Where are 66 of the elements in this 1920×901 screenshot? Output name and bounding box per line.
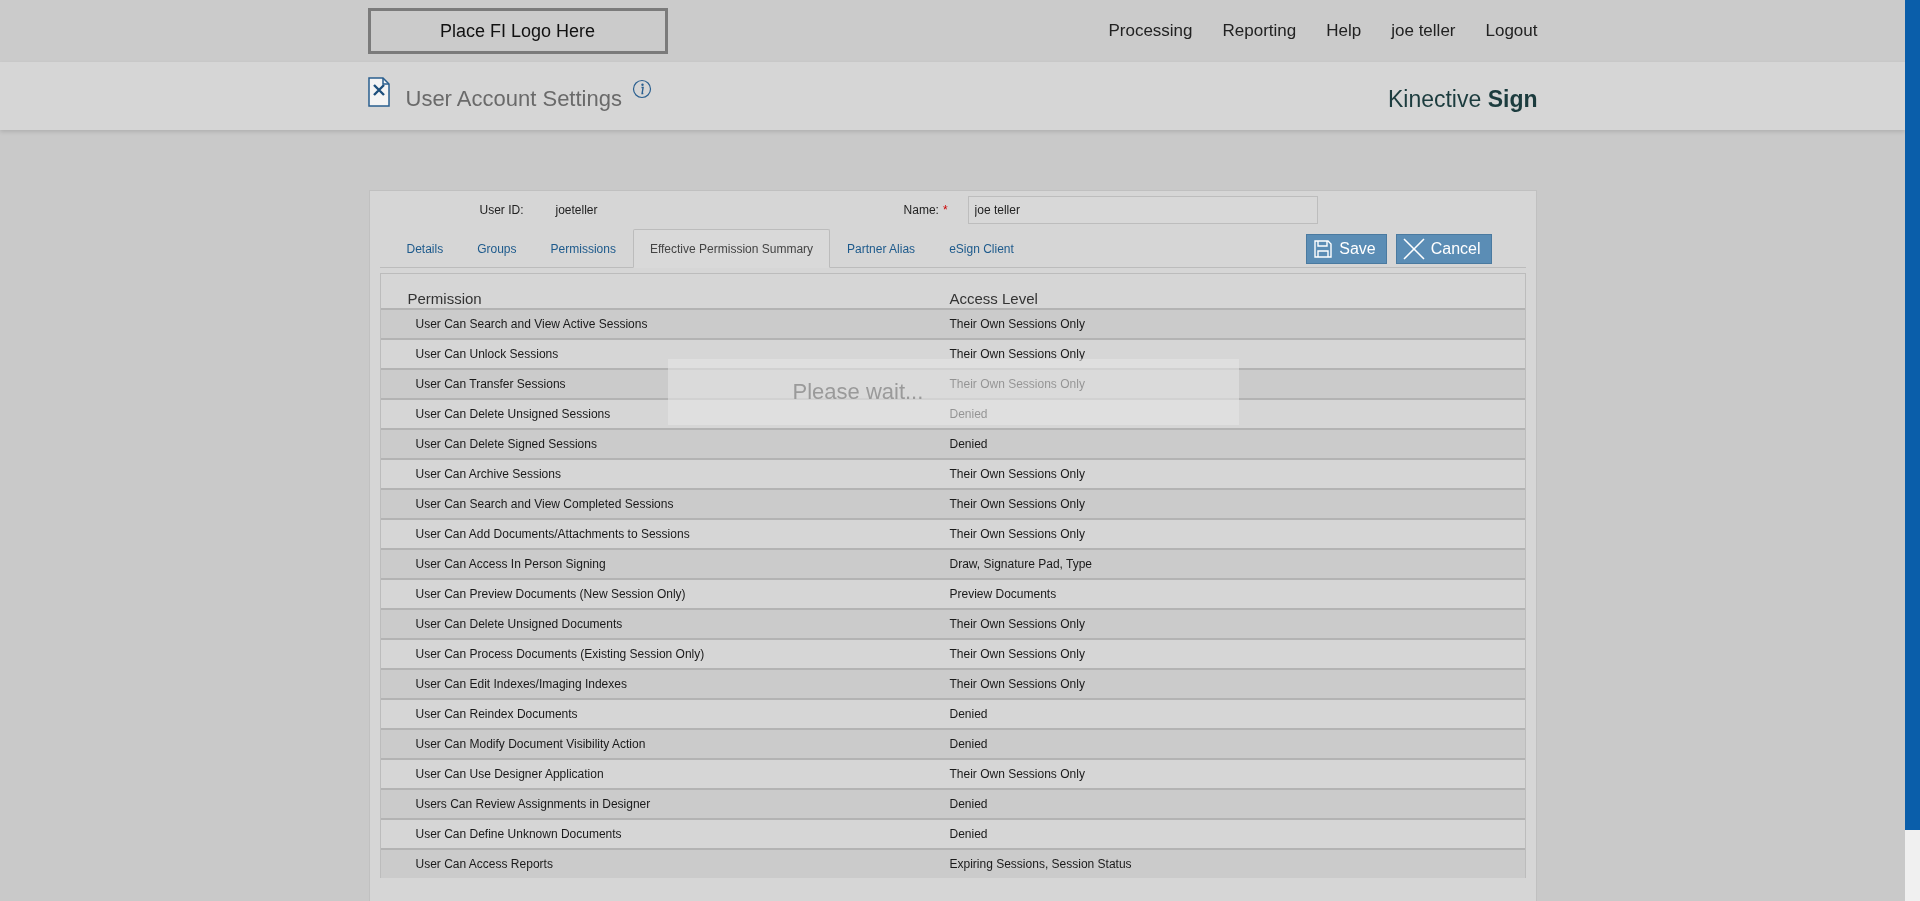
table-cell: Denied	[949, 437, 988, 451]
table-cell: Their Own Sessions Only	[949, 647, 1085, 661]
loading-message: Please wait...	[792, 379, 924, 405]
table-cell: Their Own Sessions Only	[949, 617, 1085, 631]
table-cell-text: User Can Define Unknown Documents	[414, 827, 623, 841]
save-button[interactable]: Save	[1306, 234, 1387, 264]
name-field[interactable]: joe teller	[967, 196, 1318, 224]
table-cell: Their Own Sessions Only	[949, 497, 1085, 511]
table-cell-text: User Can Search and View Active Sessions	[414, 317, 649, 331]
table-cell: Denied	[949, 737, 988, 751]
table-cell-text: User Can Search and View Completed Sessions	[414, 497, 675, 511]
cancel-button[interactable]: Cancel	[1395, 234, 1492, 264]
nav-link[interactable]: Reporting	[1222, 21, 1297, 41]
page-title: User Account Settings	[405, 86, 622, 112]
tab[interactable]: Details	[389, 229, 461, 268]
table-cell-text: User Can Edit Indexes/Imaging Indexes	[414, 677, 628, 691]
table-cell-text: User Can Delete Unsigned Sessions	[414, 407, 612, 421]
table-cell-text: User Can Delete Unsigned Documents	[414, 617, 624, 631]
nav-link[interactable]: Processing	[1108, 21, 1193, 41]
column-header: Access Level	[949, 290, 1038, 307]
table-cell: Draw, Signature Pad, Type	[949, 557, 1093, 571]
save-icon	[1313, 239, 1334, 259]
table-cell-text: User Can Use Designer Application	[414, 767, 605, 781]
scrollbar-thumb[interactable]	[1905, 0, 1920, 830]
nav-link[interactable]: Logout	[1485, 21, 1538, 41]
brand-logo: Kinective Sign	[1387, 85, 1538, 113]
table-cell: Their Own Sessions Only	[949, 377, 1085, 391]
table-cell: Denied	[949, 707, 988, 721]
tab[interactable]: Groups	[460, 229, 534, 268]
field-label: Name:	[903, 203, 939, 217]
table-cell: Their Own Sessions Only	[949, 767, 1085, 781]
info-icon[interactable]	[631, 79, 652, 99]
logo-placeholder-text: Place FI Logo Here	[439, 20, 596, 42]
column-header: Permission	[406, 290, 483, 307]
table-cell-text: Users Can Review Assignments in Designer	[414, 797, 652, 811]
user-id-value: joeteller	[555, 203, 598, 217]
table-cell: Their Own Sessions Only	[949, 527, 1085, 541]
table-cell-text: User Can Delete Signed Sessions	[414, 437, 598, 451]
table-cell: Denied	[949, 797, 988, 811]
tab[interactable]: Partner Alias	[830, 229, 933, 268]
field-label: User ID:	[479, 203, 524, 217]
table-cell: Their Own Sessions Only	[949, 317, 1085, 331]
table-cell: Their Own Sessions Only	[949, 347, 1085, 361]
table-cell: Their Own Sessions Only	[949, 677, 1085, 691]
table-cell-text: User Can Access Reports	[414, 857, 554, 871]
table-cell-text: User Can Reindex Documents	[414, 707, 579, 721]
tab[interactable]: Effective Permission Summary	[632, 229, 831, 268]
table-cell: Expiring Sessions, Session Status	[949, 857, 1132, 871]
table-cell: Preview Documents	[949, 587, 1057, 601]
required-mark: *	[942, 203, 948, 217]
table-cell: Their Own Sessions Only	[949, 467, 1085, 481]
tab[interactable]: Permissions	[533, 229, 633, 268]
table-cell: Denied	[949, 407, 988, 421]
table-cell: Denied	[949, 827, 988, 841]
tab[interactable]: eSign Client	[932, 229, 1031, 268]
nav-link[interactable]: Help	[1326, 21, 1362, 41]
close-icon	[1402, 238, 1425, 260]
table-cell-text: User Can Archive Sessions	[414, 467, 562, 481]
table-cell-text: User Can Modify Document Visibility Action	[414, 737, 647, 751]
table-cell-text: User Can Access In Person Signing	[414, 557, 607, 571]
document-tools-icon	[367, 77, 390, 107]
table-cell-text: User Can Preview Documents (New Session Only)	[414, 587, 687, 601]
table-cell-text: User Can Unlock Sessions	[414, 347, 560, 361]
nav-link[interactable]: joe teller	[1391, 21, 1456, 41]
table-cell-text: User Can Process Documents (Existing Session Only)	[414, 647, 706, 661]
table-cell-text: User Can Add Documents/Attachments to Sessions	[414, 527, 691, 541]
